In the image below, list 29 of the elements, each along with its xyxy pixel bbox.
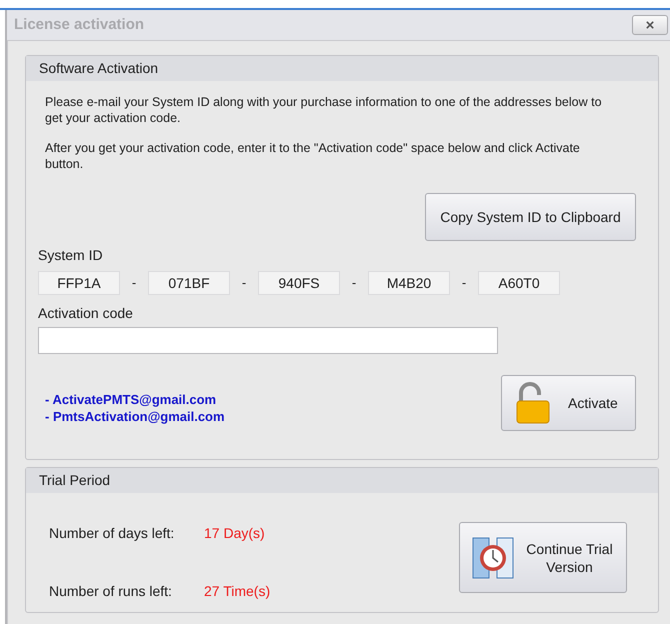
trial-label: Number of runs left: [49, 582, 173, 601]
system-id-field: M4B20 [368, 271, 450, 295]
field-label: Activation code [38, 304, 134, 323]
activate-button[interactable]: Activate [501, 375, 636, 431]
trial-value: 27 Time(s) [204, 582, 270, 601]
trial-value: 17 Day(s) [204, 524, 265, 543]
separator-text: - [460, 274, 468, 292]
padlock-icon [516, 382, 550, 424]
system-id-field: 940FS [258, 271, 340, 295]
system-id-field: 071BF [148, 271, 230, 295]
separator-text: - [350, 274, 358, 292]
continue-trial-button[interactable]: Continue Trial Version [459, 522, 627, 593]
copy-system-id-button[interactable]: Copy System ID to Clipboard [425, 193, 636, 241]
field-label: System ID [38, 246, 104, 265]
system-id-field: A60T0 [478, 271, 560, 295]
trial-label: Number of days left: [49, 524, 176, 543]
system-id-field: FFP1A [38, 271, 120, 295]
email-text: - PmtsActivation@gmail.com [45, 408, 225, 425]
email-text: - ActivatePMTS@gmail.com [45, 391, 218, 408]
separator-text: - [130, 274, 138, 292]
instruction-text: Please e-mail your System ID along with your purchase information to one of the addresses below to get your activation code. [45, 94, 603, 126]
calendar-clock-icon [472, 536, 514, 578]
instruction-text: After you get your activation code, enter it to the "Activation code" space below and click Activate button. [45, 140, 581, 172]
close-button[interactable]: × [632, 15, 668, 35]
window-title: License activation [14, 14, 144, 35]
group-title: Trial Period [39, 471, 110, 490]
activation-code-field[interactable] [38, 327, 498, 354]
group-title: Software Activation [39, 59, 158, 78]
separator-text: - [240, 274, 248, 292]
